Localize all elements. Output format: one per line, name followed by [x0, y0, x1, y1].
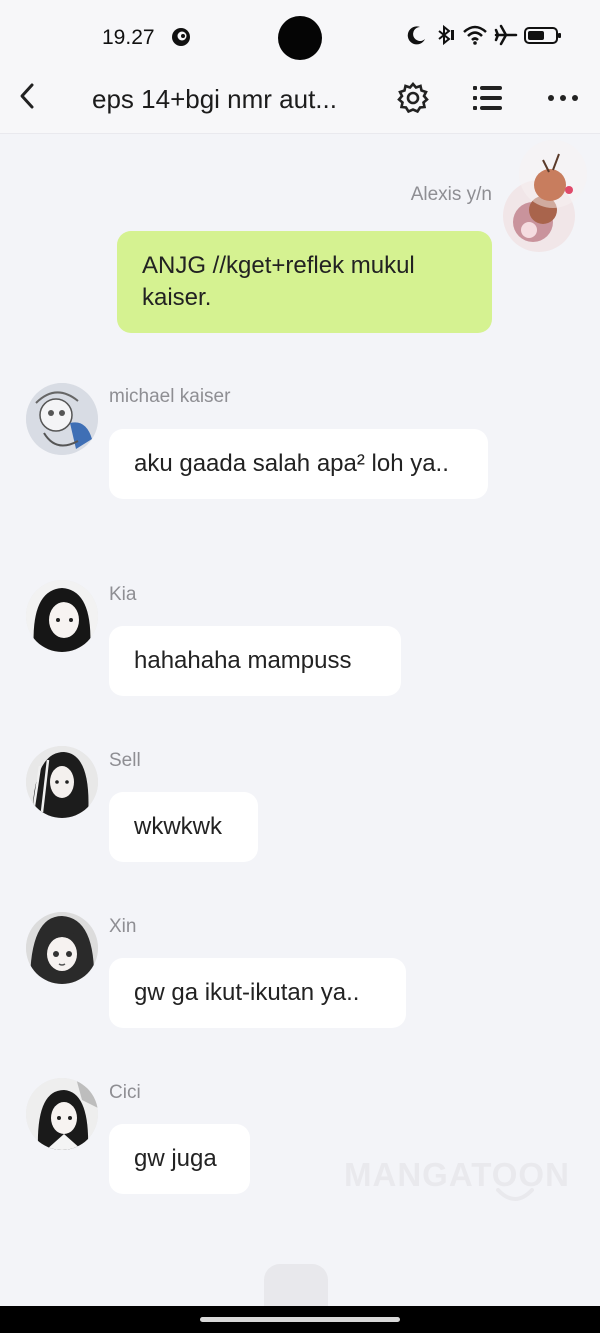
sender-name: Sell: [109, 750, 141, 771]
swirl-app-icon: [172, 28, 190, 46]
settings-icon[interactable]: [395, 80, 431, 116]
message-bubble[interactable]: gw ga ikut-ikutan ya..: [109, 958, 406, 1028]
more-icon[interactable]: [545, 80, 581, 116]
moon-icon: [407, 26, 425, 45]
message-bubble[interactable]: ANJG //kget+reflek mukul kaiser.: [117, 231, 492, 333]
airplane-icon: [494, 24, 518, 46]
watermark: MANGATOON: [344, 1156, 570, 1193]
bluetooth-icon: [438, 24, 454, 46]
watermark-smile-icon: [496, 1188, 534, 1201]
avatar[interactable]: [503, 140, 587, 252]
chat-title: eps 14+bgi nmr aut...: [92, 84, 337, 114]
sender-name: Cici: [109, 1082, 141, 1103]
avatar[interactable]: [26, 912, 98, 984]
back-icon[interactable]: [14, 80, 42, 112]
battery-icon: [524, 27, 561, 44]
status-time: 19.27: [102, 26, 155, 49]
chat-header: eps 14+bgi nmr aut...: [0, 70, 600, 126]
system-nav-bar: [0, 1306, 600, 1333]
sender-name: Xin: [109, 916, 137, 937]
top-bar: 19.27 eps 14+bgi nmr aut...: [0, 0, 600, 134]
avatar[interactable]: [26, 580, 98, 652]
message-bubble[interactable]: gw juga: [109, 1124, 250, 1194]
avatar[interactable]: [26, 1078, 98, 1150]
status-bar: 19.27: [0, 16, 600, 60]
front-camera: [278, 16, 322, 60]
sender-name: Alexis y/n: [410, 184, 492, 205]
message-bubble[interactable]: aku gaada salah apa² loh ya..: [109, 429, 488, 499]
home-indicator[interactable]: [200, 1317, 400, 1322]
sender-name: Kia: [109, 584, 137, 605]
message-bubble[interactable]: hahahaha mampuss: [109, 626, 401, 696]
avatar[interactable]: [26, 746, 98, 818]
avatar[interactable]: [26, 383, 98, 455]
list-icon[interactable]: [470, 80, 506, 116]
wifi-icon: [463, 25, 487, 45]
message-bubble[interactable]: wkwkwk: [109, 792, 258, 862]
sender-name: michael kaiser: [109, 386, 231, 407]
